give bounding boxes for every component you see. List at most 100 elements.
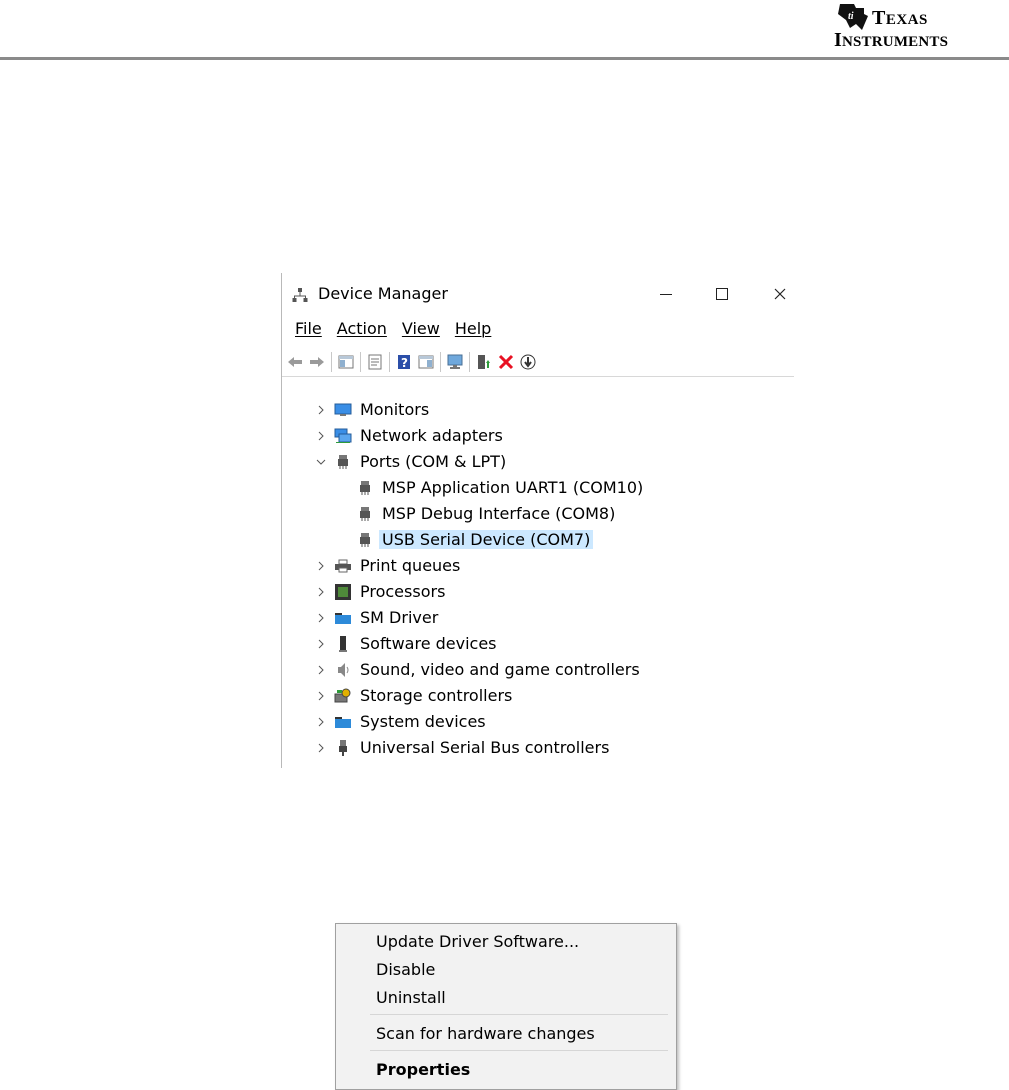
properties-button[interactable] [366,353,384,371]
uninstall-icon [498,354,514,370]
menu-separator [370,1014,668,1015]
tree-item-label: Software devices [360,634,497,653]
device-manager-window[interactable]: Device Manager File Action View Help ? M… [281,273,794,768]
uninstall-button[interactable] [497,353,515,371]
back-arrow-icon [288,357,302,367]
monitor-icon [334,403,352,416]
help-button[interactable]: ? [395,353,413,371]
folder-icon [335,717,351,728]
chevron-right-icon[interactable] [316,691,326,701]
menu-item-disable[interactable]: Disable [376,960,435,979]
processor-icon [335,584,351,600]
forward-arrow-icon [310,357,324,367]
forward-button[interactable] [308,353,326,371]
menu-bar: File Action View Help [282,319,493,343]
disable-device-icon [520,354,536,370]
menu-help[interactable]: Help [455,319,491,343]
chevron-right-icon[interactable] [316,431,326,441]
toolbar-separator [469,352,470,372]
brand-instruments: INSTRUMENTS [834,29,949,51]
chevron-right-icon[interactable] [316,665,326,675]
toolbar-divider [282,376,794,377]
chevron-down-icon[interactable] [316,457,326,467]
device-manager-icon [292,288,308,302]
tree-item-label: Universal Serial Bus controllers [360,738,610,757]
texas-instruments-logo: ti TEXAS INSTRUMENTS [834,2,996,52]
tree-item-msp-application-uart1[interactable]: MSP Application UART1 (COM10) [282,475,794,501]
svg-text:?: ? [401,356,408,370]
chevron-right-icon[interactable] [316,613,326,623]
chevron-right-icon[interactable] [316,405,326,415]
tree-item-processors[interactable]: Processors [282,579,794,605]
menu-view[interactable]: View [402,319,440,343]
tree-item-label: Storage controllers [360,686,513,705]
tree-item-label: SM Driver [360,608,439,627]
disable-device-button[interactable] [519,353,537,371]
menu-file[interactable]: File [295,319,322,343]
tree-item-storage-controllers[interactable]: Storage controllers [282,683,794,709]
menu-action[interactable]: Action [337,319,387,343]
menu-item-update-driver[interactable]: Update Driver Software... [376,932,579,951]
tree-item-print-queues[interactable]: Print queues [282,553,794,579]
software-device-icon [339,636,347,652]
scan-hardware-button[interactable] [446,353,464,371]
title-bar[interactable]: Device Manager [282,273,794,313]
toolbar-separator [331,352,332,372]
menu-item-scan-hardware[interactable]: Scan for hardware changes [376,1024,595,1043]
printer-icon [335,559,351,573]
tree-item-monitors[interactable]: Monitors [282,397,794,423]
action-pane-icon [418,355,434,369]
tree-item-label: MSP Application UART1 (COM10) [382,478,644,497]
chevron-right-icon[interactable] [316,561,326,571]
usb-icon [339,740,347,756]
toolbar: ? [282,349,794,375]
minimize-icon [660,293,672,295]
maximize-icon [716,288,728,300]
tree-item-usb-controllers[interactable]: Universal Serial Bus controllers [282,735,794,761]
show-hide-console-tree-icon [338,355,354,369]
chevron-right-icon[interactable] [316,587,326,597]
back-button[interactable] [286,353,304,371]
tree-item-label: Network adapters [360,426,503,445]
toolbar-separator [389,352,390,372]
tree-item-system-devices[interactable]: System devices [282,709,794,735]
close-button[interactable] [768,283,792,305]
tree-item-label: Monitors [360,400,430,419]
update-driver-button[interactable] [475,353,493,371]
update-driver-icon [478,355,490,369]
show-hide-console-tree-button[interactable] [337,353,355,371]
tree-item-label: System devices [360,712,486,731]
tree-item-sm-driver[interactable]: SM Driver [282,605,794,631]
maximize-button[interactable] [710,283,734,305]
chevron-right-icon[interactable] [316,743,326,753]
port-icon [360,507,370,521]
action-pane-button[interactable] [417,353,435,371]
tree-item-label: Processors [360,582,446,601]
toolbar-separator [440,352,441,372]
tree-item-software-devices[interactable]: Software devices [282,631,794,657]
folder-icon [335,613,351,624]
network-adapter-icon [334,428,352,443]
menu-item-uninstall[interactable]: Uninstall [376,988,446,1007]
properties-icon [368,354,382,370]
tree-item-label: Ports (COM & LPT) [360,452,507,471]
tree-item-network-adapters[interactable]: Network adapters [282,423,794,449]
chevron-right-icon[interactable] [316,717,326,727]
storage-controller-icon [334,688,351,703]
help-icon: ? [398,355,410,370]
menu-separator [370,1050,668,1051]
tree-item-label: USB Serial Device (COM7) [379,530,594,549]
port-icon [360,533,370,547]
tree-item-usb-serial-device[interactable]: USB Serial Device (COM7) [282,527,794,553]
tree-item-label: Sound, video and game controllers [360,660,640,679]
menu-item-properties[interactable]: Properties [376,1060,470,1079]
tree-item-sound-video-game[interactable]: Sound, video and game controllers [282,657,794,683]
tree-item-label: Print queues [360,556,461,575]
speaker-icon [338,663,349,677]
tree-item-msp-debug-interface[interactable]: MSP Debug Interface (COM8) [282,501,794,527]
chevron-right-icon[interactable] [316,639,326,649]
scan-hardware-icon [447,354,463,369]
port-icon [360,481,370,495]
minimize-button[interactable] [654,283,678,305]
tree-item-ports[interactable]: Ports (COM & LPT) [282,449,794,475]
